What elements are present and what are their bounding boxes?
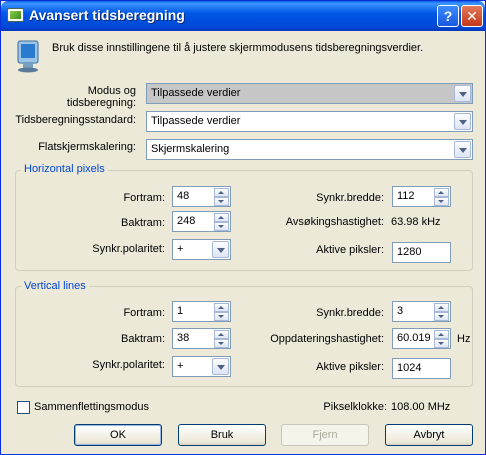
mode-label-line2: tidsberegning: <box>66 97 136 109</box>
h-front-porch-stepper[interactable]: 48 <box>172 186 231 207</box>
chevron-down-icon[interactable] <box>454 85 471 102</box>
spin-up-icon[interactable] <box>434 303 449 312</box>
spin-down-icon[interactable] <box>214 197 229 206</box>
v-polarity-value: + <box>177 360 184 372</box>
chevron-down-icon[interactable] <box>454 141 471 158</box>
h-front-porch-label: Fortram: <box>123 192 165 204</box>
chevron-down-icon[interactable] <box>212 358 229 375</box>
scaling-value: Skjermskalering <box>151 143 230 155</box>
h-polarity-value: + <box>177 243 184 255</box>
scan-rate-label: Avsøkingshastighet: <box>285 216 384 228</box>
h-back-porch-stepper[interactable]: 248 <box>172 211 231 232</box>
standard-label: Tidsberegningsstandard: <box>15 114 136 126</box>
h-active-pixels-label: Aktive piksler: <box>316 244 384 256</box>
pixel-clock-label: Pikselklokke: <box>323 401 387 413</box>
v-front-porch-value: 1 <box>177 305 184 317</box>
window-title: Avansert tidsberegning <box>29 7 185 23</box>
nvidia-icon <box>7 8 24 22</box>
spin-up-icon[interactable] <box>214 330 229 339</box>
mode-select[interactable]: Tilpassede verdier <box>146 83 473 104</box>
spin-up-icon[interactable] <box>434 330 449 339</box>
h-polarity-select[interactable]: + <box>172 239 231 260</box>
h-back-porch-value: 248 <box>177 215 196 227</box>
mode-value: Tilpassede verdier <box>151 87 241 99</box>
standard-select[interactable]: Tilpassede verdier <box>146 111 473 132</box>
v-sync-width-stepper[interactable]: 3 <box>392 301 451 322</box>
spin-up-icon[interactable] <box>214 213 229 222</box>
v-polarity-select[interactable]: + <box>172 356 231 377</box>
spin-down-icon[interactable] <box>214 222 229 231</box>
help-button[interactable]: ? <box>437 5 459 27</box>
chevron-down-icon[interactable] <box>454 113 471 130</box>
spin-down-icon[interactable] <box>214 312 229 321</box>
chevron-down-icon[interactable] <box>212 241 229 258</box>
scaling-label: Flatskjermskalering: <box>38 141 136 153</box>
intro-text: Bruk disse innstillingene til å justere … <box>52 42 424 54</box>
v-active-pixels-field[interactable]: 1024 <box>392 358 451 379</box>
refresh-rate-unit: Hz <box>457 333 471 345</box>
h-back-porch-label: Baktram: <box>120 217 165 229</box>
spin-down-icon[interactable] <box>434 197 449 206</box>
close-button[interactable]: ✕ <box>461 5 483 27</box>
refresh-rate-label: Oppdateringshastighet: <box>270 333 384 345</box>
h-sync-width-value: 112 <box>397 190 415 202</box>
v-sync-width-label: Synkr.bredde: <box>316 307 384 319</box>
interlace-label[interactable]: Sammenflettingsmodus <box>34 401 149 413</box>
v-active-pixels-label: Aktive piksler: <box>316 361 384 373</box>
h-sync-width-stepper[interactable]: 112 <box>392 186 451 207</box>
monitor-icon <box>17 40 39 73</box>
standard-value: Tilpassede verdier <box>151 115 241 127</box>
ok-button[interactable]: OK <box>74 424 162 446</box>
v-active-pixels-value: 1024 <box>397 362 422 374</box>
spin-up-icon[interactable] <box>214 188 229 197</box>
spin-down-icon[interactable] <box>434 312 449 321</box>
v-polarity-label: Synkr.polaritet: <box>92 359 165 371</box>
v-back-porch-label: Baktram: <box>120 333 165 345</box>
mode-label-line1: Modus og <box>87 85 136 97</box>
spin-up-icon[interactable] <box>434 188 449 197</box>
h-sync-width-label: Synkr.bredde: <box>316 192 384 204</box>
scan-rate-value: 63.98 kHz <box>391 216 441 228</box>
v-front-porch-label: Fortram: <box>123 307 165 319</box>
scaling-select[interactable]: Skjermskalering <box>146 139 473 160</box>
advanced-timing-dialog: Avansert tidsberegning ? ✕ Bruk disse in… <box>0 0 486 455</box>
title-bar[interactable]: Avansert tidsberegning ? ✕ <box>1 1 485 31</box>
cancel-button[interactable]: Avbryt <box>385 424 473 446</box>
interlace-checkbox[interactable] <box>17 401 30 414</box>
remove-button[interactable]: Fjern <box>281 424 369 446</box>
v-back-porch-value: 38 <box>177 332 190 344</box>
v-front-porch-stepper[interactable]: 1 <box>172 301 231 322</box>
v-sync-width-value: 3 <box>397 305 404 317</box>
v-back-porch-stepper[interactable]: 38 <box>172 328 231 349</box>
spin-down-icon[interactable] <box>434 339 449 348</box>
refresh-rate-value: 60.019 <box>397 332 431 344</box>
h-active-pixels-field[interactable]: 1280 <box>392 242 451 263</box>
h-front-porch-value: 48 <box>177 190 190 202</box>
spin-up-icon[interactable] <box>214 303 229 312</box>
horizontal-pixels-title: Horizontal pixels <box>21 163 108 175</box>
pixel-clock-value: 108.00 MHz <box>391 401 451 413</box>
apply-button[interactable]: Bruk <box>178 424 266 446</box>
h-active-pixels-value: 1280 <box>397 246 422 258</box>
h-polarity-label: Synkr.polaritet: <box>92 243 165 255</box>
vertical-lines-title: Vertical lines <box>21 280 89 292</box>
refresh-rate-stepper[interactable]: 60.019 <box>392 328 451 349</box>
spin-down-icon[interactable] <box>214 339 229 348</box>
